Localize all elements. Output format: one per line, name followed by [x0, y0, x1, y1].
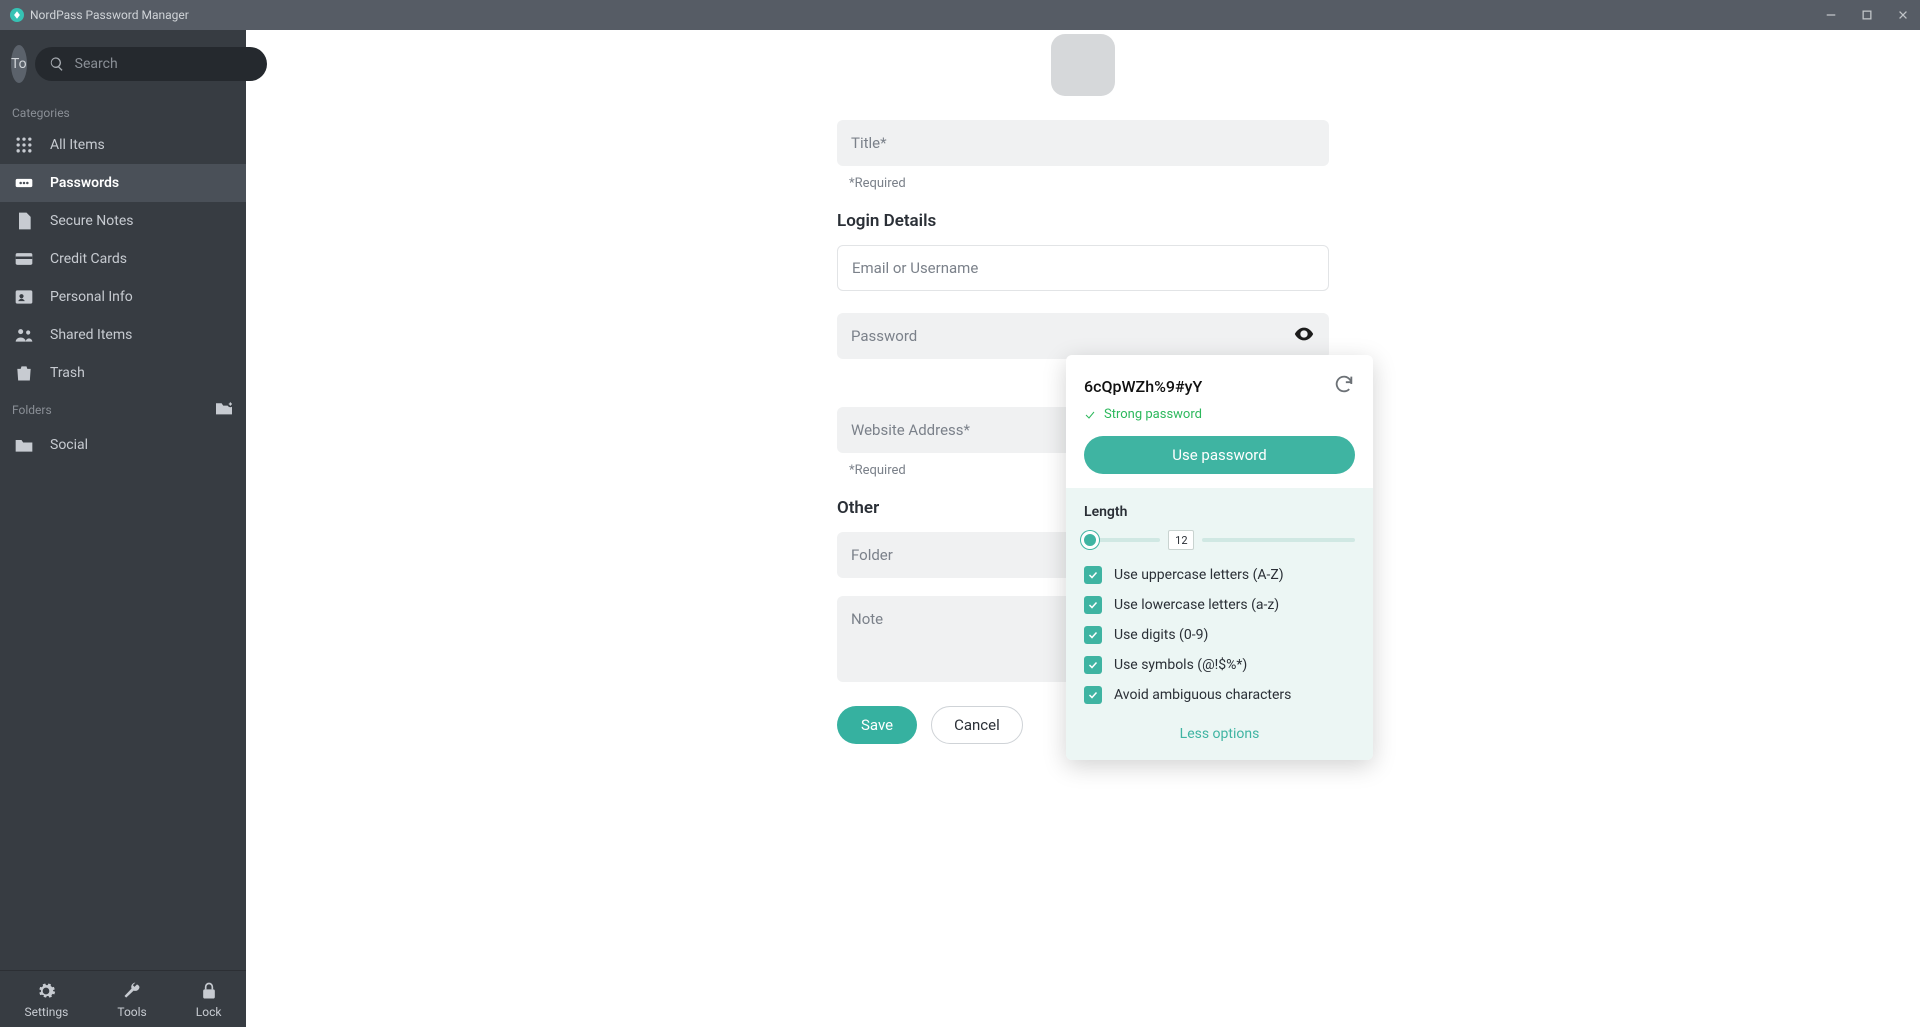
less-options-link[interactable]: Less options [1084, 716, 1355, 746]
sidebar-item-label: Shared Items [50, 327, 132, 343]
sidebar-item-secure-notes[interactable]: Secure Notes [0, 202, 246, 240]
sidebar-item-shared[interactable]: Shared Items [0, 316, 246, 354]
sidebar-item-credit-cards[interactable]: Credit Cards [0, 240, 246, 278]
tools-button[interactable]: Tools [117, 981, 146, 1019]
window-title: NordPass Password Manager [30, 8, 189, 22]
sidebar: To Categories All Items Passwords Secure… [0, 30, 246, 1027]
checkbox-icon [1084, 656, 1102, 674]
checkbox-icon [1084, 596, 1102, 614]
shared-icon [14, 325, 34, 345]
grid-icon [14, 135, 34, 155]
eye-icon[interactable] [1293, 323, 1315, 349]
sidebar-item-passwords[interactable]: Passwords [0, 164, 246, 202]
opt-ambiguous[interactable]: Avoid ambiguous characters [1084, 686, 1355, 704]
folders-label: Folders [12, 403, 52, 417]
search-box[interactable] [35, 47, 267, 81]
sidebar-item-all[interactable]: All Items [0, 126, 246, 164]
gear-icon [36, 981, 56, 1001]
generated-password: 6cQpWZh%9#yY [1084, 377, 1202, 396]
use-password-button[interactable]: Use password [1084, 436, 1355, 474]
note-placeholder: Note [851, 610, 883, 628]
slider-track-remainder [1202, 538, 1355, 542]
save-button[interactable]: Save [837, 706, 917, 744]
sidebar-item-trash[interactable]: Trash [0, 354, 246, 392]
checkbox-icon [1084, 686, 1102, 704]
sidebar-item-label: Social [50, 437, 88, 453]
check-icon [1084, 409, 1096, 421]
sidebar-item-personal-info[interactable]: Personal Info [0, 278, 246, 316]
password-field[interactable] [837, 313, 1329, 359]
title-input[interactable] [851, 134, 1315, 152]
sidebar-bottom: Settings Tools Lock [0, 970, 246, 1027]
opt-symbols[interactable]: Use symbols (@!$%*) [1084, 656, 1355, 674]
card-icon [14, 249, 34, 269]
opt-digits[interactable]: Use digits (0-9) [1084, 626, 1355, 644]
length-slider[interactable] [1084, 538, 1160, 542]
categories-label: Categories [0, 98, 246, 126]
item-avatar-placeholder[interactable] [1051, 34, 1115, 96]
cancel-button[interactable]: Cancel [931, 706, 1023, 744]
email-field[interactable] [837, 245, 1329, 291]
refresh-icon[interactable] [1333, 373, 1355, 399]
password-icon [14, 173, 34, 193]
sidebar-item-label: Secure Notes [50, 213, 134, 229]
title-field[interactable] [837, 120, 1329, 166]
main-content: *Required Login Details *Required Other [246, 30, 1920, 1027]
settings-button[interactable]: Settings [25, 981, 69, 1019]
password-generator-popover: 6cQpWZh%9#yY Strong password Use passwor… [1066, 355, 1373, 760]
wrench-icon [122, 981, 142, 1001]
length-value: 12 [1168, 530, 1194, 550]
checkbox-icon [1084, 566, 1102, 584]
window-maximize[interactable] [1860, 8, 1874, 22]
folder-item-social[interactable]: Social [0, 426, 246, 464]
lock-button[interactable]: Lock [196, 981, 222, 1019]
window-minimize[interactable] [1824, 8, 1838, 22]
titlebar: NordPass Password Manager [0, 0, 1920, 30]
required-note: *Required [837, 170, 1329, 191]
search-input[interactable] [75, 56, 253, 72]
length-label: Length [1084, 504, 1355, 520]
add-folder-icon[interactable] [214, 400, 234, 420]
window-close[interactable] [1896, 8, 1910, 22]
sidebar-item-label: Personal Info [50, 289, 133, 305]
folder-icon [14, 435, 34, 455]
strength-indicator: Strong password [1084, 407, 1355, 422]
checkbox-icon [1084, 626, 1102, 644]
login-details-heading: Login Details [837, 211, 1329, 231]
note-icon [14, 211, 34, 231]
password-input[interactable] [851, 327, 1315, 345]
email-input[interactable] [852, 259, 1314, 277]
avatar[interactable]: To [11, 45, 27, 83]
trash-icon [14, 363, 34, 383]
opt-uppercase[interactable]: Use uppercase letters (A-Z) [1084, 566, 1355, 584]
app-icon [10, 8, 24, 22]
sidebar-item-label: Credit Cards [50, 251, 127, 267]
sidebar-item-label: Passwords [50, 175, 119, 191]
person-icon [14, 287, 34, 307]
sidebar-item-label: Trash [50, 365, 85, 381]
search-icon [49, 56, 65, 72]
lock-icon [199, 981, 219, 1001]
opt-lowercase[interactable]: Use lowercase letters (a-z) [1084, 596, 1355, 614]
sidebar-item-label: All Items [50, 137, 105, 153]
